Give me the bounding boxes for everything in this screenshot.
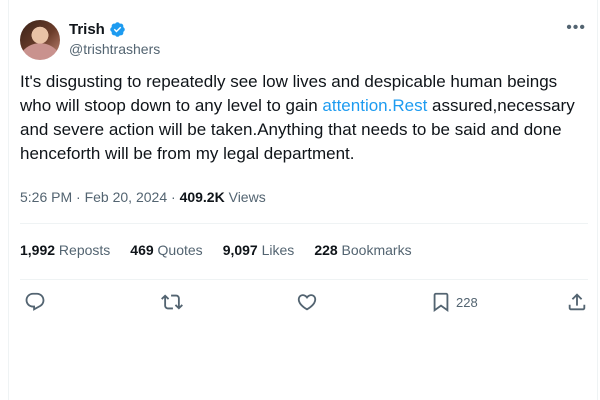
bookmarks-label: Bookmarks [337,242,412,258]
meta-separator: · [167,189,180,205]
bookmarks-stat[interactable]: 228 Bookmarks [314,242,411,258]
tweet-time[interactable]: 5:26 PM [20,189,72,205]
reposts-count: 1,992 [20,242,56,258]
author-name-row: Trish [69,21,126,38]
share-icon [568,293,586,311]
author-handle[interactable]: @trishtrashers [69,41,160,57]
more-icon[interactable]: ••• [566,20,586,36]
quotes-label: Quotes [153,242,203,258]
author-name[interactable]: Trish [69,21,105,38]
tweet-text: It's disgusting to repeatedly see low li… [20,70,585,166]
divider [20,223,588,224]
likes-label: Likes [257,242,295,258]
likes-stat[interactable]: 9,097 Likes [223,242,295,258]
tweet-link[interactable]: attention.Rest [322,96,427,115]
bookmark-icon [433,292,449,313]
engagement-stats: 1,992 Reposts 469 Quotes 9,097 Likes 228… [20,242,412,258]
left-border [8,0,9,400]
views-label: Views [224,189,266,205]
reposts-stat[interactable]: 1,992 Reposts [20,242,110,258]
repost-icon [161,294,183,310]
reposts-label: Reposts [55,242,111,258]
avatar[interactable] [20,20,60,60]
quotes-count: 469 [130,242,154,258]
repost-button[interactable] [161,291,183,313]
tweet-card: Trish @trishtrashers ••• It's disgusting… [0,0,600,400]
like-icon [297,294,317,311]
bookmarks-count: 228 [314,242,338,258]
divider [20,279,588,280]
like-button[interactable] [296,291,318,313]
bookmark-count: 228 [456,294,478,310]
tweet-date[interactable]: Feb 20, 2024 [85,189,168,205]
bookmark-button[interactable]: 228 [430,291,478,313]
reply-button[interactable] [24,291,46,313]
meta-separator: · [72,189,85,205]
quotes-stat[interactable]: 469 Quotes [130,242,202,258]
views-count: 409.2K [179,189,225,205]
likes-count: 9,097 [222,242,258,258]
tweet-meta: 5:26 PM · Feb 20, 2024 · 409.2K Views [20,189,266,205]
right-border [597,0,598,400]
verified-badge-icon [110,22,125,37]
share-button[interactable] [566,291,588,313]
reply-icon [25,292,45,311]
